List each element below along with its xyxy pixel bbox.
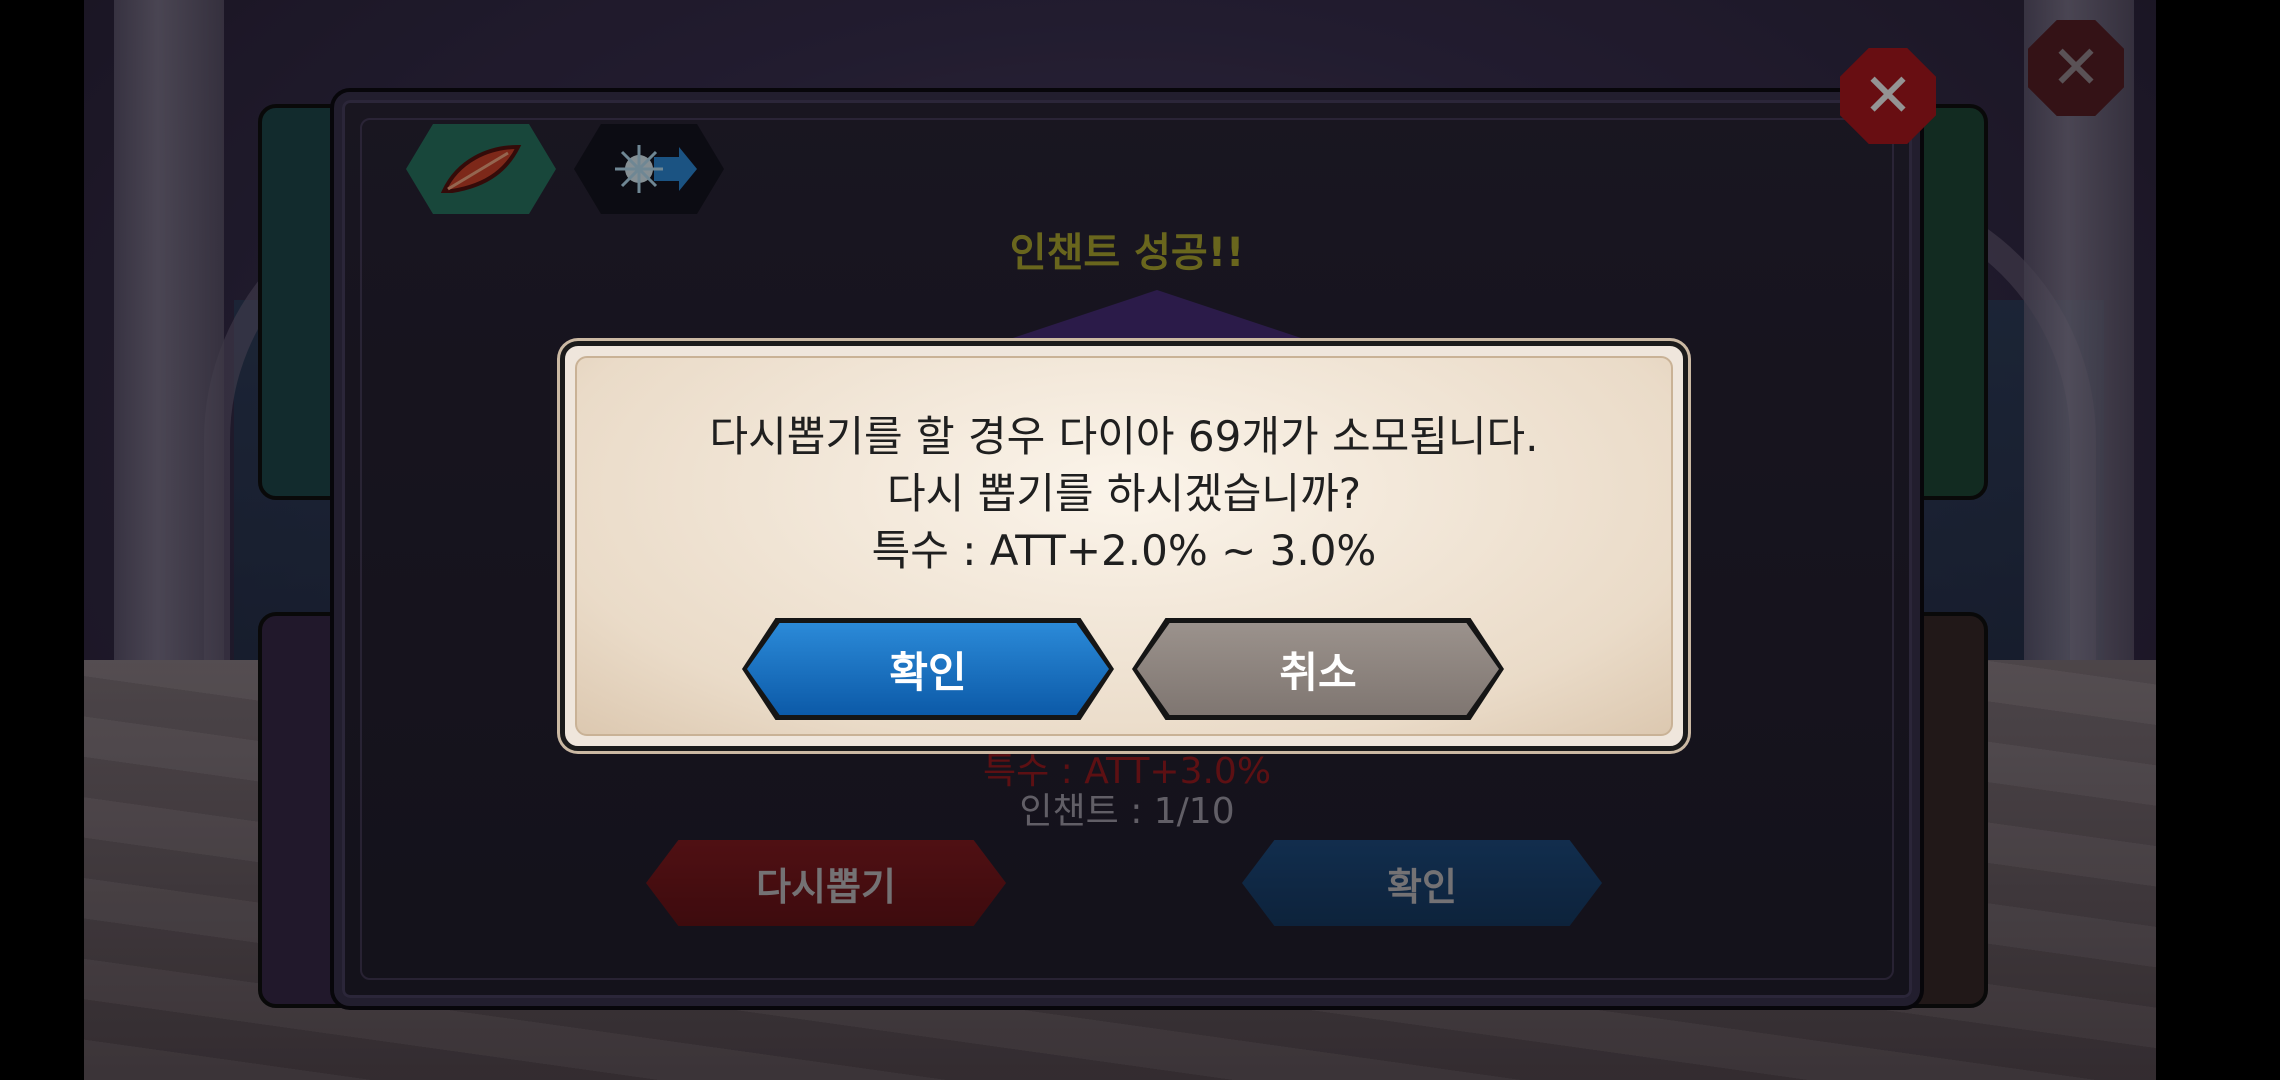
dialog-ok-button[interactable]: 확인	[747, 623, 1109, 715]
dialog-line-stat-range: 특수 : ATT+2.0% ~ 3.0%	[871, 526, 1377, 575]
dialog-cancel-label: 취소	[1279, 647, 1357, 697]
dialog-ok-label: 확인	[889, 647, 967, 697]
dialog-cancel-button[interactable]: 취소	[1137, 623, 1499, 715]
dialog-line-cost: 다시뽑기를 할 경우 다이아 69개가 소모됩니다.	[709, 412, 1539, 461]
dialog-message: 다시뽑기를 할 경우 다이아 69개가 소모됩니다. 다시 뽑기를 하시겠습니까…	[565, 408, 1683, 579]
dialog-line-question: 다시 뽑기를 하시겠습니까?	[886, 469, 1362, 518]
reroll-confirm-dialog: 다시뽑기를 할 경우 다이아 69개가 소모됩니다. 다시 뽑기를 하시겠습니까…	[560, 341, 1688, 751]
